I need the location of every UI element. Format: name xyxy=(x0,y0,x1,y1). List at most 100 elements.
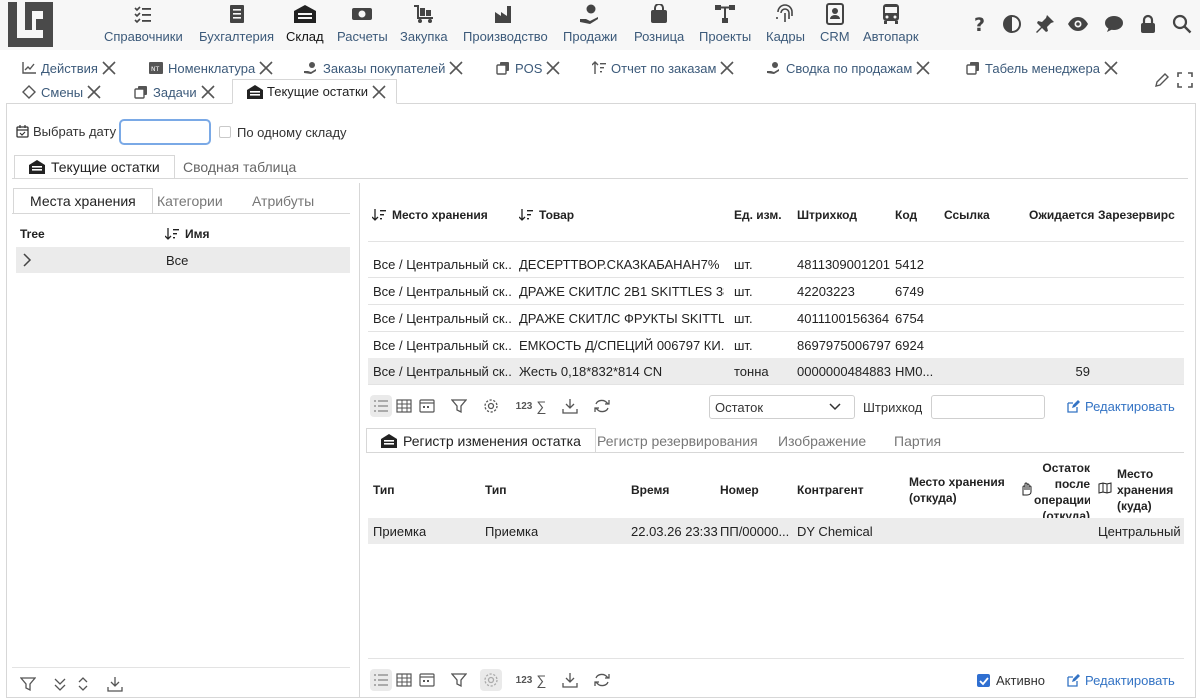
close-icon[interactable] xyxy=(102,61,116,75)
close-icon[interactable] xyxy=(916,61,930,75)
doc-tab-nomenclature[interactable]: NT Номенклатура xyxy=(148,57,273,79)
refresh-icon[interactable] xyxy=(591,395,613,417)
stock-type-select[interactable]: Остаток xyxy=(709,395,855,419)
close-icon[interactable] xyxy=(1104,61,1118,75)
collapse-all-icon[interactable] xyxy=(49,673,71,695)
tab-stock-change-register[interactable]: Регистр изменения остатка xyxy=(366,428,596,453)
table-row-selected[interactable]: Приемка Приемка 22.03.26 23:33 ПП/00000.… xyxy=(368,518,1184,544)
download-icon[interactable] xyxy=(559,669,581,691)
nav-item-raschety[interactable]: Расчеты xyxy=(337,2,388,48)
doc-tab-shifts[interactable]: Смены xyxy=(21,81,101,103)
table-row[interactable]: Все / Центральный ск... ДЕСЕРТТВОР.СКАЗК… xyxy=(368,251,1184,278)
column-header-type-2[interactable]: Тип xyxy=(485,482,507,498)
close-icon[interactable] xyxy=(87,85,101,99)
tree-column-header[interactable]: Tree xyxy=(20,227,45,241)
doc-tab-orders-report[interactable]: Отчет по заказам xyxy=(591,57,735,79)
doc-tab-current-stock[interactable]: Текущие остатки xyxy=(232,79,397,104)
barcode-input[interactable] xyxy=(931,395,1045,419)
column-header-from[interactable]: Место хранения (откуда) xyxy=(909,474,1005,506)
one-store-checkbox[interactable] xyxy=(219,126,231,138)
nav-item-proizvodstvo[interactable]: Производство xyxy=(463,2,548,48)
column-header-number[interactable]: Номер xyxy=(720,482,759,498)
close-icon[interactable] xyxy=(372,84,386,99)
calendar-view-icon[interactable] xyxy=(416,669,438,691)
chevron-right-icon[interactable] xyxy=(22,253,32,270)
tab-current-stock[interactable]: Текущие остатки xyxy=(14,155,175,179)
tree-row-root[interactable]: Все xyxy=(16,247,350,273)
edit-pencil-icon[interactable] xyxy=(1150,68,1174,92)
doc-tab-pos[interactable]: POS xyxy=(495,57,561,79)
tab-attributes[interactable]: Атрибуты xyxy=(236,188,330,214)
close-icon[interactable] xyxy=(449,61,463,75)
nav-item-roznica[interactable]: Розница xyxy=(634,2,684,48)
filter-icon[interactable] xyxy=(17,673,39,695)
date-input[interactable] xyxy=(119,119,211,145)
table-row[interactable]: Все / Центральный ск... ДРАЖЕ СКИТЛС 2В1… xyxy=(368,278,1184,305)
expand-all-icon[interactable] xyxy=(72,673,94,695)
settings-gear-icon[interactable] xyxy=(480,669,502,691)
nav-item-avtopark[interactable]: Автопарк xyxy=(863,2,919,48)
column-header-unit[interactable]: Ед. изм. xyxy=(734,208,782,222)
doc-tab-manager-timesheet[interactable]: Табель менеджера xyxy=(965,57,1118,79)
nav-item-spravochniki[interactable]: Справочники xyxy=(104,2,183,48)
tab-storage-places[interactable]: Места хранения xyxy=(13,188,153,214)
doc-tab-sales-summary[interactable]: Сводка по продажам xyxy=(766,57,930,79)
column-header-place[interactable]: Место хранения xyxy=(372,208,488,222)
download-icon[interactable] xyxy=(559,395,581,417)
refresh-icon[interactable] xyxy=(591,669,613,691)
pin-icon[interactable] xyxy=(1033,12,1057,36)
tab-pivot-table[interactable]: Сводная таблица xyxy=(169,155,310,179)
edit-button[interactable]: Редактировать xyxy=(1067,399,1175,414)
column-header-time[interactable]: Время xyxy=(631,482,669,498)
download-icon[interactable] xyxy=(104,673,126,695)
sum-toggle[interactable]: 123 ∑ xyxy=(513,669,549,691)
column-header-item[interactable]: Товар xyxy=(519,208,574,222)
table-row[interactable]: Все / Центральный ск... ДРАЖЕ СКИТЛС ФРУ… xyxy=(368,305,1184,332)
lock-icon[interactable] xyxy=(1136,12,1160,36)
column-header-expected[interactable]: Ожидается xyxy=(1029,208,1094,222)
column-header-partner[interactable]: Контрагент xyxy=(797,482,864,498)
doc-tab-customer-orders[interactable]: Заказы покупателей xyxy=(303,57,463,79)
name-column-header[interactable]: Имя xyxy=(165,227,210,241)
nav-item-proekty[interactable]: Проекты xyxy=(699,2,751,48)
nav-item-zakupka[interactable]: Закупка xyxy=(400,2,448,48)
nav-item-buhgalteria[interactable]: Бухгалтерия xyxy=(199,2,274,48)
list-view-icon[interactable] xyxy=(370,395,392,417)
fullscreen-icon[interactable] xyxy=(1173,68,1197,92)
doc-tab-tasks[interactable]: Задачи xyxy=(133,81,215,103)
column-header-to[interactable]: Место хранения (куда) xyxy=(1117,466,1173,514)
sum-toggle[interactable]: 123 ∑ xyxy=(513,395,549,417)
grid-view-icon[interactable] xyxy=(393,395,415,417)
nav-item-sklad[interactable]: Склад xyxy=(286,2,324,48)
theme-contrast-icon[interactable] xyxy=(1000,12,1024,36)
tab-categories[interactable]: Категории xyxy=(141,188,239,214)
calendar-view-icon[interactable] xyxy=(416,395,438,417)
close-icon[interactable] xyxy=(546,61,561,75)
nav-item-kadry[interactable]: Кадры xyxy=(766,2,805,48)
edit-button-lower[interactable]: Редактировать xyxy=(1067,673,1175,688)
close-icon[interactable] xyxy=(720,61,735,75)
close-icon[interactable] xyxy=(201,85,215,99)
search-icon[interactable] xyxy=(1170,12,1194,36)
tab-reservation-register[interactable]: Регистр резервирования xyxy=(583,428,772,453)
filter-icon[interactable] xyxy=(448,395,470,417)
eye-icon[interactable] xyxy=(1066,12,1090,36)
app-logo[interactable] xyxy=(8,2,53,47)
table-row[interactable]: Все / Центральный ск... ЕМКОСТЬ Д/СПЕЦИЙ… xyxy=(368,332,1184,359)
column-header-type[interactable]: Тип xyxy=(373,482,395,498)
close-icon[interactable] xyxy=(259,61,273,75)
column-header-code[interactable]: Код xyxy=(895,208,917,222)
filter-icon[interactable] xyxy=(448,669,470,691)
column-header-reserved[interactable]: Зарезервирс xyxy=(1098,208,1184,222)
column-header-rest-after[interactable]: Остаток после операции (откуда) xyxy=(1034,460,1090,518)
active-checkbox[interactable] xyxy=(977,674,990,687)
nav-item-prodazhi[interactable]: Продажи xyxy=(563,2,617,48)
tab-image[interactable]: Изображение xyxy=(764,428,880,453)
settings-gear-icon[interactable] xyxy=(480,395,502,417)
list-view-icon[interactable] xyxy=(370,669,392,691)
tab-batch[interactable]: Партия xyxy=(880,428,955,453)
table-row-selected[interactable]: Все / Центральный ск... Жесть 0,18*832*8… xyxy=(368,358,1184,385)
column-header-barcode[interactable]: Штрихкод xyxy=(797,208,857,222)
chat-icon[interactable] xyxy=(1102,12,1126,36)
help-icon[interactable]: ? xyxy=(968,12,992,36)
